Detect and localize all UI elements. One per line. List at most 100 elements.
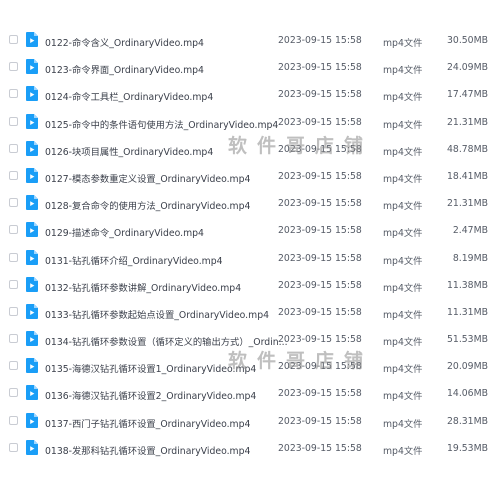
file-name[interactable]: 0134-钻孔循环参数设置（循环定义的输出方式）_Ordin... — [45, 334, 288, 348]
file-name[interactable]: 0126-块项目属性_OrdinaryVideo.mp4 — [45, 144, 213, 158]
file-row[interactable]: 0126-块项目属性_OrdinaryVideo.mp4 2023-09-15 1… — [0, 136, 500, 163]
file-name[interactable]: 0127-模态参数重定义设置_OrdinaryVideo.mp4 — [45, 171, 250, 185]
row-checkbox[interactable] — [9, 170, 18, 180]
file-date: 2023-09-15 15:58 — [278, 225, 362, 237]
file-row[interactable]: 0128-复合命令的使用方法_OrdinaryVideo.mp4 2023-09-… — [0, 190, 500, 217]
file-size: 19.53MB — [446, 442, 488, 454]
file-type: mp4文件 — [383, 228, 423, 240]
video-file-icon — [26, 439, 38, 455]
file-row[interactable]: 0122-命令含义_OrdinaryVideo.mp4 2023-09-15 15… — [0, 27, 500, 54]
file-type: mp4文件 — [383, 445, 423, 457]
file-type: mp4文件 — [383, 92, 423, 104]
file-row[interactable]: 0132-钻孔循环参数讲解_OrdinaryVideo.mp4 2023-09-1… — [0, 272, 500, 299]
file-row[interactable]: 0138-发那科钻孔循环设置_OrdinaryVideo.mp4 2023-09-… — [0, 435, 500, 462]
file-name[interactable]: 0138-发那科钻孔循环设置_OrdinaryVideo.mp4 — [45, 443, 250, 457]
file-date: 2023-09-15 15:58 — [278, 35, 362, 46]
file-row[interactable]: 0123-命令界面_OrdinaryVideo.mp4 2023-09-15 15… — [0, 54, 500, 81]
row-checkbox[interactable] — [9, 442, 18, 452]
file-date: 2023-09-15 15:58 — [278, 116, 362, 128]
file-row[interactable]: 0129-描述命令_OrdinaryVideo.mp4 2023-09-15 15… — [0, 217, 500, 244]
file-date: 2023-09-15 15:58 — [278, 170, 362, 182]
file-name[interactable]: 0136-海德汉钻孔循环设置2_OrdinaryVideo.mp4 — [45, 388, 256, 402]
file-name[interactable]: 0131-钻孔循环介绍_OrdinaryVideo.mp4 — [45, 253, 223, 267]
file-name[interactable]: 0124-命令工具栏_OrdinaryVideo.mp4 — [45, 89, 213, 103]
file-name[interactable]: 0129-描述命令_OrdinaryVideo.mp4 — [45, 225, 204, 239]
video-file-icon — [26, 276, 38, 292]
file-type: mp4文件 — [383, 337, 423, 349]
file-row[interactable]: 0131-钻孔循环介绍_OrdinaryVideo.mp4 2023-09-15 … — [0, 245, 500, 272]
file-date: 2023-09-15 15:58 — [278, 62, 362, 74]
row-checkbox[interactable] — [9, 361, 18, 371]
row-checkbox[interactable] — [9, 252, 18, 262]
file-size: 11.31MB — [446, 306, 488, 318]
video-file-icon — [26, 167, 38, 183]
video-file-icon — [26, 358, 38, 374]
row-checkbox[interactable] — [9, 89, 18, 99]
file-type: mp4文件 — [383, 391, 423, 403]
file-date: 2023-09-15 15:58 — [278, 388, 362, 400]
file-name[interactable]: 0132-钻孔循环参数讲解_OrdinaryVideo.mp4 — [45, 280, 241, 294]
file-row[interactable]: 0137-西门子钻孔循环设置_OrdinaryVideo.mp4 2023-09-… — [0, 408, 500, 435]
file-date: 2023-09-15 15:58 — [278, 415, 362, 427]
video-file-icon — [26, 32, 38, 47]
row-checkbox[interactable] — [9, 306, 18, 316]
row-checkbox[interactable] — [9, 415, 18, 425]
file-size: 51.53MB — [446, 334, 488, 346]
video-file-icon — [26, 303, 38, 319]
file-date: 2023-09-15 15:58 — [278, 252, 362, 264]
file-type: mp4文件 — [383, 201, 423, 213]
file-row[interactable]: 0136-海德汉钻孔循环设置2_OrdinaryVideo.mp4 2023-09… — [0, 380, 500, 407]
file-name[interactable]: 0125-命令中的条件语句使用方法_OrdinaryVideo.mp4 — [45, 117, 278, 131]
file-name[interactable]: 0123-命令界面_OrdinaryVideo.mp4 — [45, 62, 204, 76]
file-type: mp4文件 — [383, 282, 423, 294]
file-size: 21.31MB — [446, 198, 488, 210]
file-date: 2023-09-15 15:58 — [278, 89, 362, 101]
file-size: 11.38MB — [446, 279, 488, 291]
file-type: mp4文件 — [383, 173, 423, 185]
file-row[interactable]: 0133-钻孔循环参数起始点设置_OrdinaryVideo.mp4 2023-0… — [0, 299, 500, 326]
video-file-icon — [26, 412, 38, 428]
row-checkbox[interactable] — [9, 388, 18, 398]
file-row[interactable]: 0135-海德汉钻孔循环设置1_OrdinaryVideo.mp4 2023-09… — [0, 353, 500, 380]
file-date: 2023-09-15 15:58 — [278, 306, 362, 318]
row-checkbox[interactable] — [9, 198, 18, 208]
row-checkbox[interactable] — [9, 143, 18, 153]
file-row[interactable]: 0124-命令工具栏_OrdinaryVideo.mp4 2023-09-15 1… — [0, 81, 500, 108]
file-date: 2023-09-15 15:58 — [278, 279, 362, 291]
file-date: 2023-09-15 15:58 — [278, 143, 362, 155]
video-file-icon — [26, 385, 38, 401]
video-file-icon — [26, 86, 38, 102]
file-name[interactable]: 0135-海德汉钻孔循环设置1_OrdinaryVideo.mp4 — [45, 361, 256, 375]
file-name[interactable]: 0133-钻孔循环参数起始点设置_OrdinaryVideo.mp4 — [45, 307, 269, 321]
file-size: 21.31MB — [446, 116, 488, 128]
file-date: 2023-09-15 15:58 — [278, 198, 362, 210]
row-checkbox[interactable] — [9, 279, 18, 289]
video-file-icon — [26, 331, 38, 347]
video-file-icon — [26, 59, 38, 75]
file-type: mp4文件 — [383, 309, 423, 321]
video-file-icon — [26, 140, 38, 156]
file-size: 30.50MB — [446, 35, 488, 46]
row-checkbox[interactable] — [9, 116, 18, 126]
video-file-icon — [26, 195, 38, 211]
file-type: mp4文件 — [383, 119, 423, 131]
file-type: mp4文件 — [383, 146, 423, 158]
row-checkbox[interactable] — [9, 35, 18, 44]
file-date: 2023-09-15 15:58 — [278, 361, 362, 373]
row-checkbox[interactable] — [9, 62, 18, 72]
file-name[interactable]: 0137-西门子钻孔循环设置_OrdinaryVideo.mp4 — [45, 416, 250, 430]
file-name[interactable]: 0128-复合命令的使用方法_OrdinaryVideo.mp4 — [45, 198, 250, 212]
row-checkbox[interactable] — [9, 225, 18, 235]
file-name[interactable]: 0122-命令含义_OrdinaryVideo.mp4 — [45, 35, 204, 49]
file-row[interactable]: 0127-模态参数重定义设置_OrdinaryVideo.mp4 2023-09-… — [0, 163, 500, 190]
row-checkbox[interactable] — [9, 334, 18, 344]
file-type: mp4文件 — [383, 65, 423, 77]
file-size: 48.78MB — [446, 143, 488, 155]
file-type: mp4文件 — [383, 418, 423, 430]
file-row[interactable]: 0125-命令中的条件语句使用方法_OrdinaryVideo.mp4 2023-… — [0, 109, 500, 136]
file-type: mp4文件 — [383, 38, 423, 49]
file-date: 2023-09-15 15:58 — [278, 334, 362, 346]
file-size: 24.09MB — [446, 62, 488, 74]
file-row[interactable]: 0134-钻孔循环参数设置（循环定义的输出方式）_Ordin... 2023-09… — [0, 326, 500, 353]
file-size: 28.31MB — [446, 415, 488, 427]
